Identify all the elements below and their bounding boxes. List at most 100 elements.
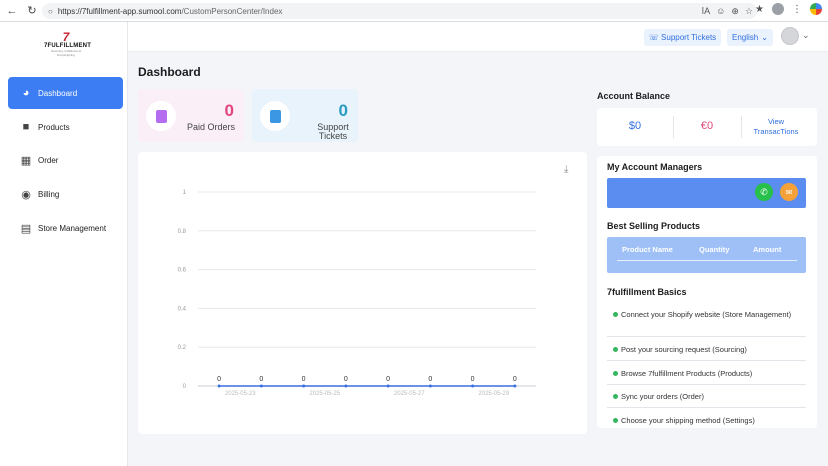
best-selling-title: Best Selling Products: [607, 221, 701, 231]
coins-icon: ◉: [21, 188, 31, 201]
data-point: [259, 384, 263, 388]
data-label: 0: [217, 376, 221, 383]
basics-title: 7fulfillment Basics: [607, 287, 687, 297]
bookmark-star-icon[interactable]: ☆: [745, 6, 753, 17]
view-transactions-link[interactable]: View TransacTions: [747, 117, 805, 137]
data-point: [471, 384, 475, 388]
browser-profile-icon[interactable]: [772, 3, 784, 15]
column-header-quantity: Quantity: [699, 245, 730, 254]
data-point: [302, 384, 306, 388]
language-select[interactable]: English ⌄: [727, 29, 773, 46]
data-label: 0: [471, 376, 475, 383]
data-point: [428, 384, 432, 388]
x-tick-label: 2025-05-29: [478, 391, 509, 397]
basics-item-sourcing[interactable]: Post your sourcing request (Sourcing): [607, 344, 806, 361]
best-selling-table: Product Name Quantity Amount: [607, 237, 806, 273]
url-host: https://7fulfillment-app.sumool.com: [57, 6, 182, 16]
basics-item-shipping[interactable]: Choose your shipping method (Settings): [607, 415, 806, 429]
orders-chart-card: ⤓ 0 0.2 0.4 0.6 0.8 1 2025-05-23 2025-05-25 2025…: [138, 152, 587, 434]
data-label: 0: [386, 376, 390, 383]
account-managers-title: My Account Managers: [607, 162, 703, 172]
data-point: [344, 384, 348, 388]
logo-mark: 7: [62, 30, 70, 44]
address-bar[interactable]: ○ https://7fulfillment-app.sumool.com/Cu…: [42, 3, 757, 19]
chevron-down-icon: ⌄: [761, 33, 768, 42]
account-manager-bar: [607, 178, 806, 208]
x-tick-label: 2025-05-27: [394, 391, 425, 397]
box-icon: ■: [22, 121, 30, 133]
copilot-icon[interactable]: [810, 3, 822, 15]
email-icon[interactable]: ✉: [780, 183, 798, 201]
translate-icon[interactable]: اA: [702, 6, 711, 17]
sidebar-item-label: Dashboard: [38, 88, 78, 98]
x-tick-label: 2025-05-25: [309, 391, 340, 397]
dashboard-icon: ◕: [22, 87, 30, 99]
status-dot-icon: [613, 347, 618, 352]
basics-item-label: Sync your orders (Order): [621, 392, 704, 401]
back-icon[interactable]: ←: [4, 3, 20, 19]
basics-item-label: Browse 7fulfillment Products (Products): [621, 369, 753, 378]
data-label: 0: [428, 376, 432, 383]
status-dot-icon: [613, 371, 618, 376]
y-tick-label: 0.8: [178, 229, 187, 235]
sidebar-item-label: Order: [38, 155, 59, 165]
support-tickets-count: 0: [338, 101, 348, 120]
support-tickets-card[interactable]: 0 Support Tickets: [252, 89, 358, 142]
status-dot-icon: [613, 394, 618, 399]
sidebar-item-dashboard[interactable]: ◕ Dashboard: [8, 77, 123, 109]
sidebar-item-label: Billing: [38, 189, 60, 199]
orders-line-chart: 0 0.2 0.4 0.6 0.8 1 2025-05-23 2025-05-25 2025-0…: [178, 190, 536, 397]
sidebar-item-products[interactable]: ■ Products: [8, 111, 123, 143]
logo-tagline: Sourcing, Fulfillment & Dropshipping: [50, 49, 81, 57]
basics-item-label: Choose your shipping method (Settings): [621, 416, 755, 425]
support-tickets-button[interactable]: ☏ Support Tickets: [644, 29, 721, 46]
basics-item-products[interactable]: Browse 7fulfillment Products (Products): [607, 368, 806, 385]
page-title: Dashboard: [138, 65, 201, 79]
extension-icon[interactable]: ☺: [716, 6, 725, 16]
store-icon: ▤: [20, 222, 32, 235]
extensions-puzzle-icon[interactable]: ★: [755, 4, 764, 15]
data-label: 0: [302, 376, 306, 383]
balance-usd: $0: [628, 120, 642, 132]
account-balance-title: Account Balance: [597, 91, 671, 101]
sidebar-item-billing[interactable]: ◉ Billing: [8, 178, 123, 210]
divider: [741, 116, 742, 138]
sidebar-item-label: Products: [38, 122, 70, 132]
brand-logo[interactable]: 7 7FULFILLMENT Sourcing, Fulfillment & D…: [44, 30, 91, 59]
data-label: 0: [344, 376, 348, 383]
account-balance-card: $0 €0 View TransacTions: [597, 108, 817, 146]
url-path: /CustomPersonCenter/Index: [181, 6, 283, 16]
basics-item-connect-shopify[interactable]: Connect your Shopify website (Store Mana…: [607, 309, 806, 337]
column-header-amount: Amount: [753, 245, 782, 254]
user-menu-chevron-icon[interactable]: ⌄: [802, 30, 810, 41]
data-point: [386, 384, 390, 388]
headset-icon: ☏: [648, 33, 662, 42]
sidebar-item-label: Store Management: [38, 223, 107, 233]
avatar[interactable]: [781, 27, 799, 45]
browser-menu-icon[interactable]: ⋮: [792, 4, 802, 15]
divider: [617, 260, 797, 261]
y-tick-label: 1: [183, 190, 187, 196]
reload-icon[interactable]: ↻: [24, 3, 40, 19]
status-dot-icon: [613, 418, 618, 423]
balance-eur: €0: [700, 120, 714, 132]
ticket-icon: [260, 101, 290, 131]
basics-item-label: Connect your Shopify website (Store Mana…: [621, 310, 792, 319]
basics-item-orders[interactable]: Sync your orders (Order): [607, 391, 806, 408]
column-header-product-name: Product Name: [622, 245, 673, 254]
chart-document-icon: [146, 101, 176, 131]
y-tick-label: 0.4: [178, 306, 187, 312]
paid-orders-card[interactable]: 0 Paid Orders: [138, 89, 244, 142]
sidebar-item-store-management[interactable]: ▤ Store Management: [8, 212, 123, 244]
y-tick-label: 0.2: [178, 345, 187, 351]
whatsapp-icon[interactable]: ✆: [755, 183, 773, 201]
data-label: 0: [513, 376, 517, 383]
data-label: 0: [259, 376, 263, 383]
zoom-icon[interactable]: ⊕: [731, 6, 739, 17]
paid-orders-count: 0: [224, 101, 234, 120]
view-transactions-line2: TransacTions: [753, 127, 799, 136]
y-tick-label: 0.6: [178, 268, 187, 274]
x-tick-label: 2025-05-23: [225, 391, 256, 397]
sidebar-item-order[interactable]: ▦ Order: [8, 144, 123, 176]
paid-orders-label: Paid Orders: [186, 122, 236, 132]
